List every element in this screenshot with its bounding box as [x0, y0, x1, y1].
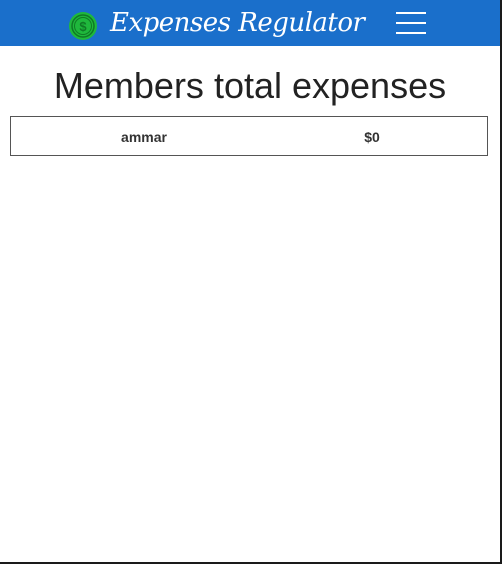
page-title: Members total expenses	[53, 65, 447, 106]
table-row: ammar $0	[11, 117, 487, 155]
member-name: ammar	[121, 129, 167, 145]
menu-bar	[396, 22, 426, 24]
brand-title[interactable]: Expenses Regulator	[110, 4, 365, 42]
app-frame: $ Expenses Regulator Members total expen…	[0, 0, 502, 564]
member-total-expense: $0	[364, 129, 380, 145]
svg-text:$: $	[79, 19, 87, 34]
members-expenses-table: ammar $0	[10, 116, 488, 156]
navbar: $ Expenses Regulator	[0, 0, 500, 46]
menu-bar	[396, 32, 426, 34]
hamburger-menu-icon[interactable]	[392, 9, 430, 37]
dollar-coin-icon[interactable]: $	[68, 11, 98, 41]
menu-bar	[396, 12, 426, 14]
